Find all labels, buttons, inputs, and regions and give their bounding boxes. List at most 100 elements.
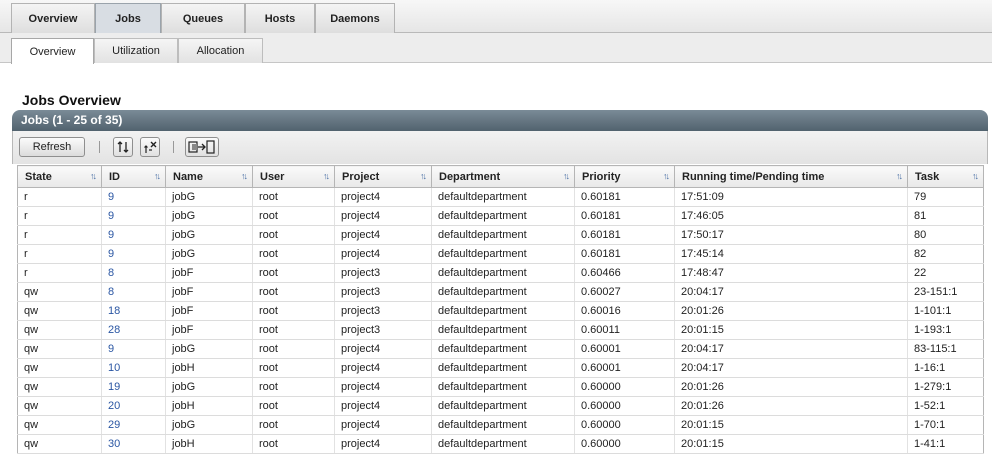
table-cell: root <box>252 301 335 321</box>
table-cell: jobG <box>165 225 253 245</box>
table-cell: defaultdepartment <box>431 339 575 359</box>
clear-sort-icon[interactable] <box>140 137 160 157</box>
table-cell: 23-151:1 <box>907 282 984 302</box>
sort-icon[interactable]: ↑↓ <box>241 171 248 181</box>
table-cell: 0.60000 <box>574 377 675 397</box>
sort-icon[interactable]: ↑↓ <box>972 171 979 181</box>
refresh-button[interactable]: Refresh <box>19 137 85 157</box>
table-cell: 1-101:1 <box>907 301 984 321</box>
table-cell: defaultdepartment <box>431 301 575 321</box>
table-row[interactable]: qw 10 jobH root project4 defaultdepartment 0.6… <box>17 358 984 378</box>
table-cell[interactable]: 9 <box>101 225 166 245</box>
sort-icon[interactable]: ↑↓ <box>663 171 670 181</box>
subtab-utilization[interactable]: Utilization <box>94 38 178 63</box>
column-header-priority[interactable]: Priority ↑↓ <box>574 165 675 188</box>
table-cell: r <box>17 187 102 207</box>
table-cell: r <box>17 244 102 264</box>
table-cell: defaultdepartment <box>431 225 575 245</box>
table-row[interactable]: r 9 jobG root project4 defaultdepartment 0.601… <box>17 187 984 207</box>
table-cell[interactable]: 29 <box>101 415 166 435</box>
column-header-running-time[interactable]: Running time/Pending time ↑↓ <box>674 165 908 188</box>
column-header-id[interactable]: ID ↑↓ <box>101 165 166 188</box>
table-cell: project4 <box>334 377 432 397</box>
table-cell[interactable]: 9 <box>101 187 166 207</box>
table-cell: project4 <box>334 339 432 359</box>
table-cell: project4 <box>334 434 432 454</box>
tab-queues[interactable]: Queues <box>161 3 245 33</box>
table-row[interactable]: qw 9 jobG root project4 defaultdepartment 0.60… <box>17 339 984 359</box>
table-cell: 0.60027 <box>574 282 675 302</box>
table-cell[interactable]: 10 <box>101 358 166 378</box>
sort-icon[interactable]: ↑↓ <box>154 171 161 181</box>
column-header-label: Name <box>173 170 203 183</box>
table-cell[interactable]: 9 <box>101 244 166 264</box>
table-cell: 20:01:26 <box>674 301 908 321</box>
table-row[interactable]: qw 20 jobH root project4 defaultdepartment 0.6… <box>17 396 984 416</box>
subtab-allocation[interactable]: Allocation <box>178 38 263 63</box>
table-cell: 20:01:15 <box>674 320 908 340</box>
table-row[interactable]: qw 30 jobH root project4 defaultdepartment 0.6… <box>17 434 984 454</box>
table-cell[interactable]: 18 <box>101 301 166 321</box>
clear-sort-glyph <box>144 141 157 153</box>
sort-icon[interactable]: ↑↓ <box>323 171 330 181</box>
column-header-project[interactable]: Project ↑↓ <box>334 165 432 188</box>
column-header-department[interactable]: Department ↑↓ <box>431 165 575 188</box>
table-row[interactable]: qw 19 jobG root project4 defaultdepartment 0.6… <box>17 377 984 397</box>
table-row[interactable]: qw 8 jobF root project3 defaultdepartment 0.60… <box>17 282 984 302</box>
table-cell: 0.60016 <box>574 301 675 321</box>
table-cell[interactable]: 8 <box>101 282 166 302</box>
table-row[interactable]: r 9 jobG root project4 defaultdepartment 0.601… <box>17 244 984 264</box>
column-header-state[interactable]: State ↑↓ <box>17 165 102 188</box>
sort-icon[interactable]: ↑↓ <box>420 171 427 181</box>
table-cell: jobF <box>165 282 253 302</box>
table-cell: 22 <box>907 263 984 283</box>
column-header-label: Task <box>915 170 940 183</box>
table-cell[interactable]: 28 <box>101 320 166 340</box>
table-cell: defaultdepartment <box>431 244 575 264</box>
table-cell: jobG <box>165 377 253 397</box>
table-cell[interactable]: 9 <box>101 206 166 226</box>
table-cell: defaultdepartment <box>431 187 575 207</box>
table-cell: root <box>252 263 335 283</box>
column-header-task[interactable]: Task ↑↓ <box>907 165 984 188</box>
tab-hosts[interactable]: Hosts <box>245 3 315 33</box>
table-cell: project4 <box>334 225 432 245</box>
table-cell: defaultdepartment <box>431 434 575 454</box>
sort-icon[interactable]: ↑↓ <box>90 171 97 181</box>
sort-columns-icon[interactable] <box>113 137 133 157</box>
table-cell: 1-70:1 <box>907 415 984 435</box>
sort-icon[interactable]: ↑↓ <box>896 171 903 181</box>
table-cell[interactable]: 20 <box>101 396 166 416</box>
table-cell: 0.60181 <box>574 244 675 264</box>
table-cell[interactable]: 9 <box>101 339 166 359</box>
tab-jobs[interactable]: Jobs <box>95 3 161 33</box>
tab-daemons[interactable]: Daemons <box>315 3 395 33</box>
table-cell: jobG <box>165 187 253 207</box>
column-header-user[interactable]: User ↑↓ <box>252 165 335 188</box>
table-cell: qw <box>17 434 102 454</box>
table-cell: 0.60000 <box>574 396 675 416</box>
table-row[interactable]: qw 18 jobF root project3 defaultdepartment 0.6… <box>17 301 984 321</box>
table-cell: root <box>252 187 335 207</box>
table-cell: 1-52:1 <box>907 396 984 416</box>
table-cell: jobG <box>165 339 253 359</box>
table-cell[interactable]: 30 <box>101 434 166 454</box>
table-row[interactable]: r 9 jobG root project4 defaultdepartment 0.601… <box>17 225 984 245</box>
table-cell: defaultdepartment <box>431 206 575 226</box>
subtab-overview[interactable]: Overview <box>11 38 94 64</box>
table-row[interactable]: qw 28 jobF root project3 defaultdepartment 0.6… <box>17 320 984 340</box>
table-row[interactable]: r 9 jobG root project4 defaultdepartment 0.601… <box>17 206 984 226</box>
table-cell[interactable]: 19 <box>101 377 166 397</box>
table-row[interactable]: r 8 jobF root project3 defaultdepartment 0.604… <box>17 263 984 283</box>
table-cell: jobG <box>165 415 253 435</box>
table-row[interactable]: qw 29 jobG root project4 defaultdepartment 0.6… <box>17 415 984 435</box>
table-cell: defaultdepartment <box>431 320 575 340</box>
column-header-name[interactable]: Name ↑↓ <box>165 165 253 188</box>
sort-icon[interactable]: ↑↓ <box>563 171 570 181</box>
tab-overview[interactable]: Overview <box>11 3 95 33</box>
export-icon[interactable] <box>185 137 219 157</box>
table-cell: root <box>252 396 335 416</box>
table-cell: r <box>17 263 102 283</box>
table-cell[interactable]: 8 <box>101 263 166 283</box>
export-glyph <box>188 140 215 154</box>
